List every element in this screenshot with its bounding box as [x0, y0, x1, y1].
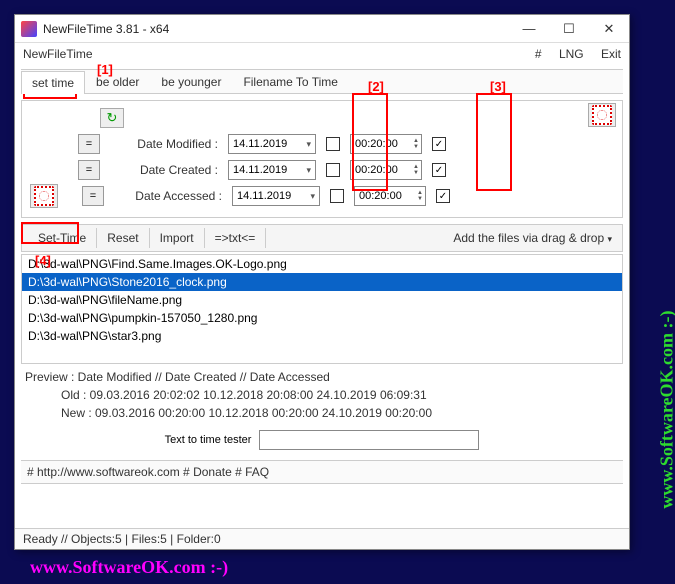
preview-old: Old : 09.03.2016 20:02:02 10.12.2018 20:… [21, 386, 623, 404]
checkbox-date-created[interactable] [326, 163, 340, 177]
file-row[interactable]: D:\3d-wal\PNG\Stone2016_clock.png [22, 273, 622, 291]
checkbox-enable-created[interactable]: ✓ [432, 163, 446, 177]
chevron-down-icon: ▾ [306, 139, 311, 150]
app-icon [21, 21, 37, 37]
checkbox-date-accessed[interactable] [330, 189, 344, 203]
text-to-time-tester: Text to time tester [21, 430, 623, 450]
menu-exit[interactable]: Exit [601, 47, 621, 61]
checkbox-enable-accessed[interactable]: ✓ [436, 189, 450, 203]
set-time-button[interactable]: Set-Time [28, 228, 97, 248]
checkbox-enable-modified[interactable]: ✓ [432, 137, 446, 151]
clock-set-icon-top[interactable] [588, 103, 616, 127]
refresh-arrow-icon: ↻ [107, 110, 118, 126]
status-bar: Ready // Objects:5 | Files:5 | Folder:0 [15, 528, 629, 549]
file-row[interactable]: D:\3d-wal\PNG\fileName.png [22, 291, 622, 309]
file-row[interactable]: D:\3d-wal\PNG\star3.png [22, 327, 622, 345]
label-modified: Date Modified : [104, 137, 224, 151]
menu-hash[interactable]: # [535, 47, 542, 61]
spinner-icon[interactable]: ▲▼ [413, 138, 419, 150]
bg-brand-right: www.SoftwareOK.com :-) [657, 311, 675, 509]
tester-label: Text to time tester [165, 434, 252, 446]
bg-brand-bottom: www.SoftwareOK.com :-) [30, 557, 228, 578]
clock-set-icon-left[interactable] [30, 184, 58, 208]
action-toolbar: Set-Time Reset Import =>txt<= Add the fi… [21, 224, 623, 252]
time-input-created[interactable]: 00:20:00▲▼ [350, 160, 422, 180]
tabbar: set time be older be younger Filename To… [21, 69, 623, 94]
app-window: NewFileTime 3.81 - x64 — ☐ ✕ NewFileTime… [14, 14, 630, 550]
txt-button[interactable]: =>txt<= [205, 228, 267, 248]
menu-lng[interactable]: LNG [559, 47, 584, 61]
window-title: NewFileTime 3.81 - x64 [43, 22, 509, 36]
close-button[interactable]: ✕ [589, 15, 629, 43]
time-input-modified[interactable]: 00:20:00▲▼ [350, 134, 422, 154]
titlebar[interactable]: NewFileTime 3.81 - x64 — ☐ ✕ [15, 15, 629, 43]
file-row[interactable]: D:\3d-wal\PNG\Find.Same.Images.OK-Logo.p… [22, 255, 622, 273]
date-input-created[interactable]: 14.11.2019▾ [228, 160, 316, 180]
menu-newfiletime[interactable]: NewFileTime [23, 47, 521, 61]
import-button[interactable]: Import [150, 228, 205, 248]
time-input-accessed[interactable]: 00:20:00▲▼ [354, 186, 426, 206]
preview-new: New : 09.03.2016 00:20:00 10.12.2018 00:… [21, 404, 623, 422]
menubar: NewFileTime # LNG Exit [15, 43, 629, 65]
chevron-down-icon: ▾ [310, 191, 315, 202]
checkbox-date-modified[interactable] [326, 137, 340, 151]
date-panel: [2] [3] ↻ = Date Modified : 14.11.2019▾ … [21, 100, 623, 218]
label-accessed: Date Accessed : [108, 189, 228, 203]
chevron-down-icon: ▾ [306, 165, 311, 176]
eq-button-accessed[interactable]: = [82, 186, 104, 206]
preview-header: Preview : Date Modified // Date Created … [21, 368, 623, 386]
minimize-button[interactable]: — [509, 15, 549, 43]
tab-set-time[interactable]: set time [21, 71, 85, 94]
tab-be-younger[interactable]: be younger [150, 70, 232, 93]
refresh-icon[interactable]: ↻ [100, 108, 124, 128]
link-bar[interactable]: # http://www.softwareok.com # Donate # F… [21, 460, 623, 484]
file-list[interactable]: D:\3d-wal\PNG\Find.Same.Images.OK-Logo.p… [21, 254, 623, 364]
eq-button-modified[interactable]: = [78, 134, 100, 154]
drag-drop-hint[interactable]: Add the files via drag & drop ▾ [453, 231, 616, 245]
reset-button[interactable]: Reset [97, 228, 149, 248]
chevron-down-icon: ▾ [607, 234, 612, 244]
file-row[interactable]: D:\3d-wal\PNG\pumpkin-157050_1280.png [22, 309, 622, 327]
spinner-icon[interactable]: ▲▼ [413, 164, 419, 176]
preview-panel: Preview : Date Modified // Date Created … [21, 368, 623, 422]
tab-be-older[interactable]: be older [85, 70, 150, 93]
eq-button-created[interactable]: = [78, 160, 100, 180]
maximize-button[interactable]: ☐ [549, 15, 589, 43]
spinner-icon[interactable]: ▲▼ [417, 190, 423, 202]
label-created: Date Created : [104, 163, 224, 177]
date-input-modified[interactable]: 14.11.2019▾ [228, 134, 316, 154]
tab-filename-to-time[interactable]: Filename To Time [232, 70, 348, 93]
tester-input[interactable] [259, 430, 479, 450]
date-input-accessed[interactable]: 14.11.2019▾ [232, 186, 320, 206]
